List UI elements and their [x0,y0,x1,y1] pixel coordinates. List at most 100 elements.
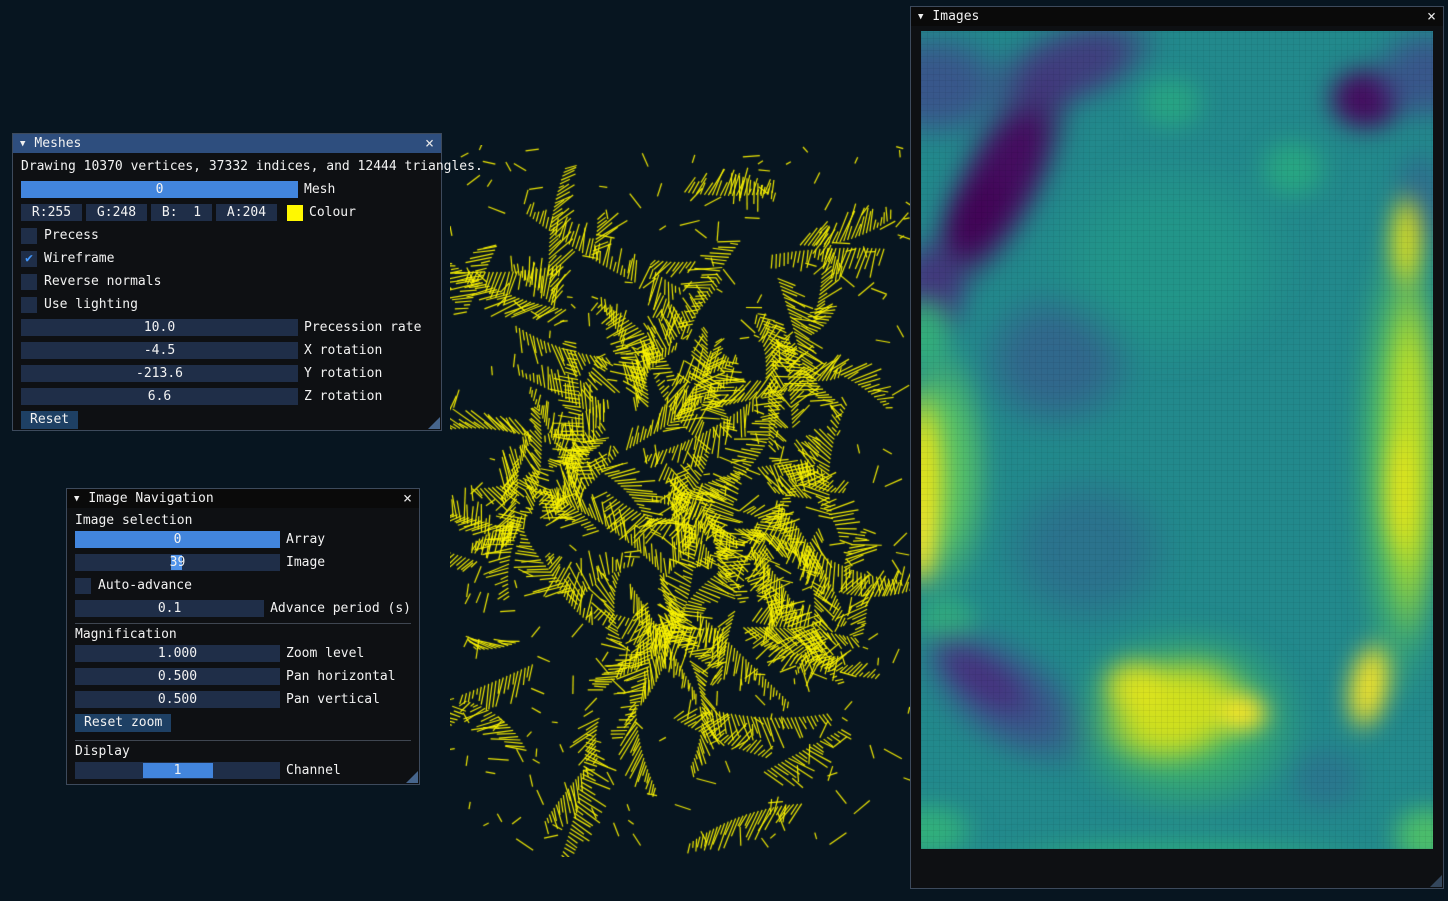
advance-period-field[interactable]: 0.1 [75,600,264,617]
array-slider-label: Array [286,532,325,547]
image-navigation-window: ▼ Image Navigation × Image selection 0 A… [66,488,420,785]
zoom-level-field[interactable]: 1.000 [75,645,280,662]
green-field[interactable]: G:248 [86,204,147,221]
precession-rate-value: 10.0 [144,320,175,335]
separator [75,623,411,624]
image-slider-label: Image [286,555,325,570]
red-field[interactable]: R:255 [21,204,82,221]
resize-grip[interactable] [428,417,440,429]
images-window-title: Images [932,9,979,24]
advance-period-label: Advance period (s) [270,601,411,616]
array-slider-row: 0 Array [75,531,411,548]
pan-horizontal-value: 0.500 [158,669,197,684]
image-navigation-window-title: Image Navigation [88,491,213,506]
y-rotation-label: Y rotation [304,366,382,381]
precession-rate-row: 10.0 Precession rate [21,319,433,336]
reverse-normals-label: Reverse normals [44,274,161,289]
reverse-normals-checkbox[interactable] [21,274,37,290]
array-slider[interactable]: 0 [75,531,280,548]
use-lighting-label: Use lighting [44,297,138,312]
mesh-stats-text: Drawing 10370 vertices, 37332 indices, a… [21,160,433,173]
channel-slider[interactable]: 1 [75,762,280,779]
mesh-slider-label: Mesh [304,182,335,197]
mesh-wireframe-viewport[interactable] [450,145,910,857]
image-navigation-titlebar[interactable]: ▼ Image Navigation × [67,489,419,508]
mesh-slider[interactable]: 0 [21,181,298,198]
precess-label: Precess [44,228,99,243]
channel-slider-value: 1 [174,763,182,778]
reset-zoom-button[interactable]: Reset zoom [75,714,171,732]
auto-advance-label: Auto-advance [98,578,192,593]
wireframe-label: Wireframe [44,251,114,266]
images-titlebar[interactable]: ▼ Images × [911,7,1443,26]
use-lighting-checkbox[interactable] [21,297,37,313]
separator [75,740,411,741]
pan-vertical-value: 0.500 [158,692,197,707]
mesh-slider-value: 0 [156,182,164,197]
advance-period-value: 0.1 [158,601,181,616]
x-rotation-field[interactable]: -4.5 [21,342,298,359]
advance-period-row: 0.1 Advance period (s) [75,600,411,617]
wireframe-checkbox-row: ✔ Wireframe [21,250,433,267]
colour-row: R:255 G:248 B: 1 A:204 Colour [21,204,433,221]
mesh-slider-row: 0 Mesh [21,181,433,198]
auto-advance-checkbox[interactable] [75,578,91,594]
pan-vertical-row: 0.500 Pan vertical [75,691,411,708]
y-rotation-row: -213.6 Y rotation [21,365,433,382]
collapse-arrow-icon[interactable]: ▼ [74,494,79,504]
heatmap-image[interactable] [921,31,1433,849]
array-slider-value: 0 [174,532,182,547]
image-slider-row: 39 Image [75,554,411,571]
close-icon[interactable]: × [425,136,434,151]
precess-checkbox-row: Precess [21,227,433,244]
precession-rate-label: Precession rate [304,320,421,335]
collapse-arrow-icon[interactable]: ▼ [918,12,923,22]
resize-grip[interactable] [406,771,418,783]
pan-horizontal-label: Pan horizontal [286,669,396,684]
image-slider-value: 39 [170,555,186,570]
close-icon[interactable]: × [403,491,412,506]
resize-grip[interactable] [1430,875,1442,887]
x-rotation-value: -4.5 [144,343,175,358]
meshes-window: ▼ Meshes × Drawing 10370 vertices, 37332… [12,133,442,431]
colour-label: Colour [309,205,356,220]
image-slider[interactable]: 39 [75,554,280,571]
reset-button[interactable]: Reset [21,411,78,429]
meshes-window-title: Meshes [34,136,81,151]
z-rotation-field[interactable]: 6.6 [21,388,298,405]
zoom-level-label: Zoom level [286,646,364,661]
blue-field[interactable]: B: 1 [151,204,212,221]
z-rotation-value: 6.6 [148,389,171,404]
alpha-field[interactable]: A:204 [216,204,277,221]
pan-vertical-label: Pan vertical [286,692,380,707]
collapse-arrow-icon[interactable]: ▼ [20,139,25,149]
wireframe-checkbox[interactable]: ✔ [21,251,37,267]
pan-horizontal-row: 0.500 Pan horizontal [75,668,411,685]
channel-slider-label: Channel [286,763,341,778]
pan-vertical-field[interactable]: 0.500 [75,691,280,708]
reverse-normals-checkbox-row: Reverse normals [21,273,433,290]
auto-advance-row: Auto-advance [75,577,411,594]
zoom-level-row: 1.000 Zoom level [75,645,411,662]
image-selection-section-label: Image selection [75,514,411,527]
y-rotation-value: -213.6 [136,366,183,381]
images-window: ▼ Images × [910,6,1444,889]
magnification-section-label: Magnification [75,628,411,641]
zoom-level-value: 1.000 [158,646,197,661]
colour-swatch[interactable] [287,205,303,221]
pan-horizontal-field[interactable]: 0.500 [75,668,280,685]
channel-slider-row: 1 Channel [75,762,411,779]
x-rotation-label: X rotation [304,343,382,358]
z-rotation-label: Z rotation [304,389,382,404]
y-rotation-field[interactable]: -213.6 [21,365,298,382]
check-icon: ✔ [21,251,37,267]
display-section-label: Display [75,745,411,758]
z-rotation-row: 6.6 Z rotation [21,388,433,405]
meshes-titlebar[interactable]: ▼ Meshes × [13,134,441,153]
heatmap-pixelation-overlay [921,31,1433,849]
use-lighting-checkbox-row: Use lighting [21,296,433,313]
x-rotation-row: -4.5 X rotation [21,342,433,359]
precession-rate-field[interactable]: 10.0 [21,319,298,336]
close-icon[interactable]: × [1427,9,1436,24]
precess-checkbox[interactable] [21,228,37,244]
